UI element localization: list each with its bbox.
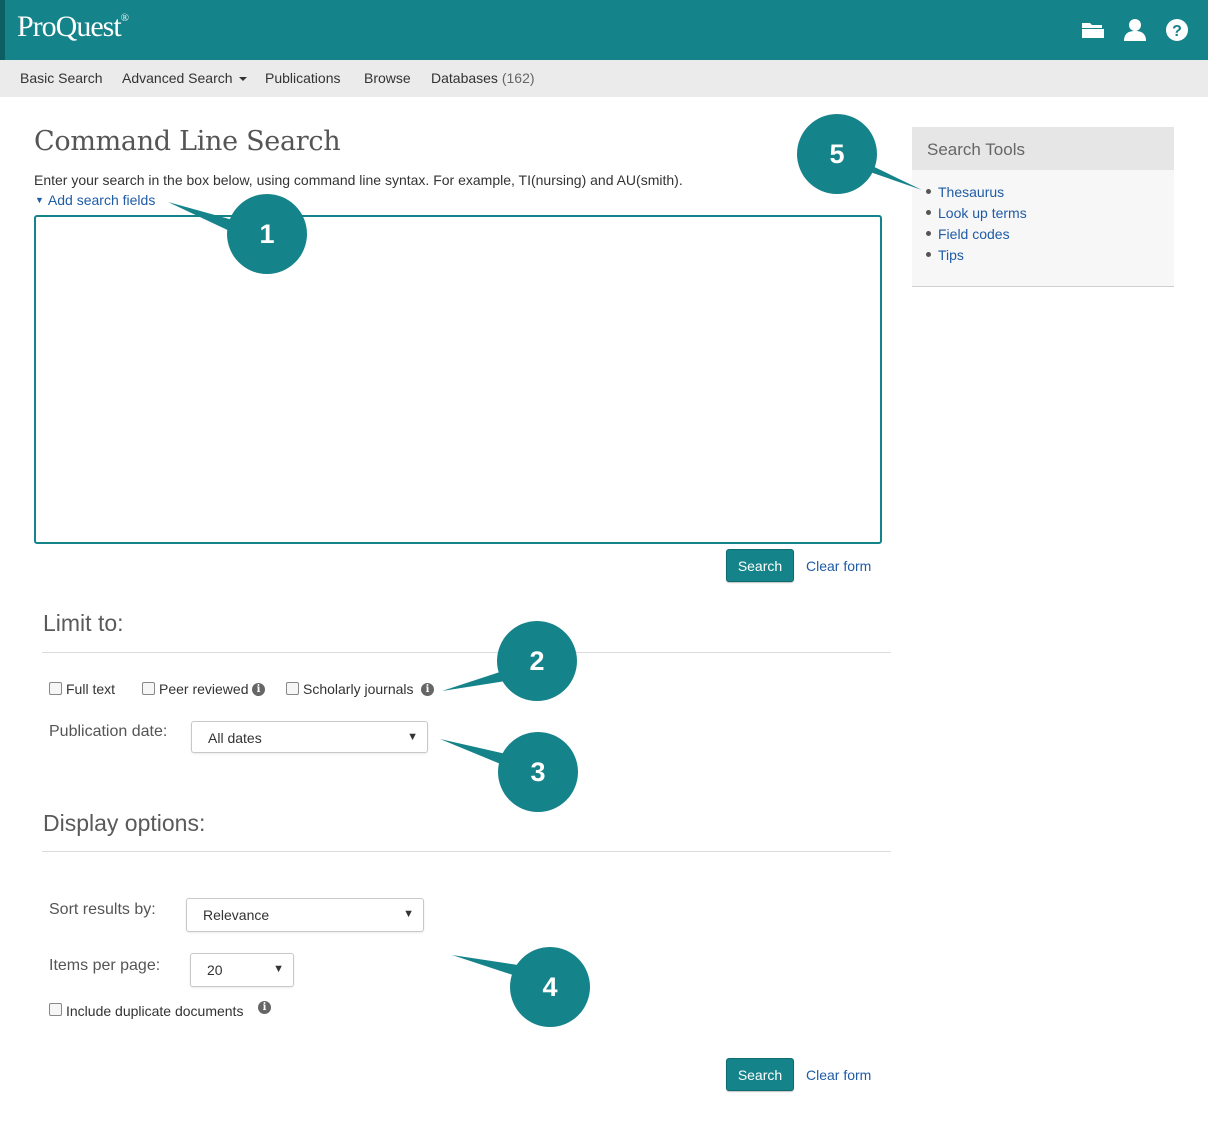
callout-4: 4 xyxy=(510,947,590,1027)
callout-4-pointer xyxy=(452,955,518,976)
callout-2: 2 xyxy=(497,621,577,701)
callout-pointers xyxy=(168,162,922,976)
callout-5: 5 xyxy=(797,114,877,194)
callout-1: 1 xyxy=(227,194,307,274)
callout-3: 3 xyxy=(498,732,578,812)
callout-3-pointer xyxy=(440,739,506,765)
